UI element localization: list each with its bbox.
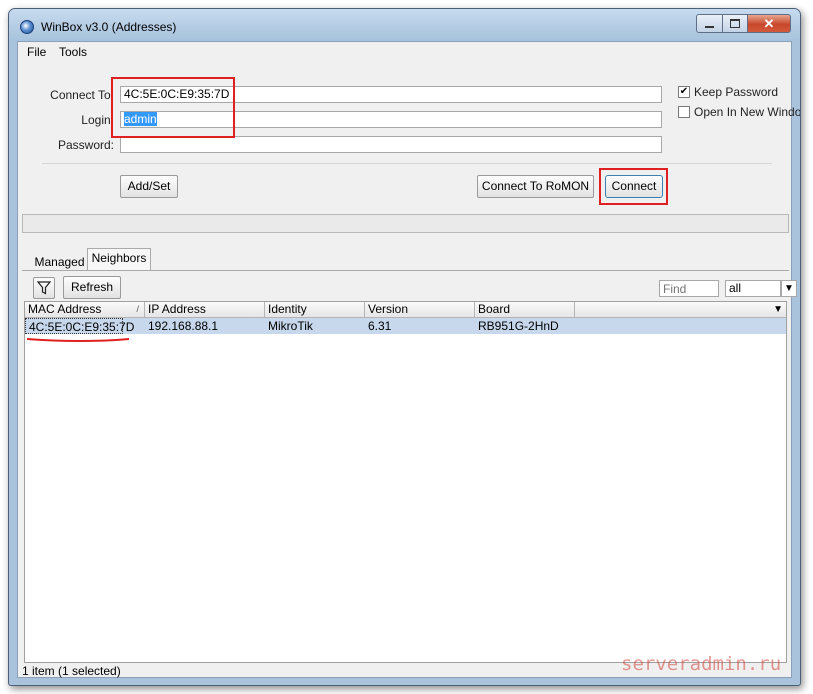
form-separator <box>42 163 772 164</box>
password-label: Password: <box>57 138 114 152</box>
keep-password-checkbox[interactable]: ✔ <box>678 86 690 98</box>
connect-to-label: Connect To: <box>50 88 114 102</box>
add-set-button[interactable]: Add/Set <box>120 175 178 198</box>
password-field[interactable] <box>120 136 662 153</box>
neighbors-table: MAC Address / IP Address Identity Versio… <box>24 301 787 663</box>
checkmark-icon: ✔ <box>679 86 689 97</box>
connect-romon-button[interactable]: Connect To RoMON <box>477 175 594 198</box>
filter-icon <box>36 281 52 295</box>
cell-identity: MikroTik <box>268 319 313 333</box>
maximize-button[interactable] <box>722 14 748 33</box>
highlight-connect-login <box>111 77 235 138</box>
cell-mac: 4C:5E:0C:E9:35:7D <box>25 318 134 334</box>
open-new-window-checkbox[interactable] <box>678 106 690 118</box>
login-label: Login: <box>81 113 114 127</box>
keep-password-label: Keep Password <box>694 85 779 99</box>
column-header-identity[interactable]: Identity <box>265 302 365 318</box>
column-header-mac[interactable]: MAC Address / <box>25 302 145 318</box>
highlight-connect-button <box>599 168 668 205</box>
watermark: serveradmin.ru <box>621 653 782 675</box>
close-button[interactable]: ✕ <box>747 14 791 33</box>
find-input[interactable] <box>659 280 719 297</box>
window-title: WinBox v3.0 (Addresses) <box>41 20 177 34</box>
menu-bar: File Tools <box>18 42 791 61</box>
minimize-icon <box>705 25 714 28</box>
menu-file[interactable]: File <box>27 45 46 59</box>
open-new-window-label: Open In New Window <box>694 105 801 119</box>
filter-dropdown-button[interactable]: ▼ <box>781 280 797 297</box>
column-header-ip[interactable]: IP Address <box>145 302 265 318</box>
column-header-extra[interactable]: ▼ <box>575 302 786 318</box>
filter-select[interactable]: all <box>725 280 781 297</box>
cell-ip: 192.168.88.1 <box>148 319 219 333</box>
filter-button[interactable] <box>33 277 55 299</box>
cell-board: RB951G-2HnD <box>478 319 559 333</box>
winbox-window: WinBox v3.0 (Addresses) ✕ File Tools Con… <box>8 8 801 686</box>
filter-select-value: all <box>729 281 742 295</box>
menu-tools[interactable]: Tools <box>59 45 87 59</box>
column-header-mac-label: MAC Address <box>28 302 102 316</box>
columns-menu-icon[interactable]: ▼ <box>773 302 783 317</box>
connection-status-bar <box>22 214 789 233</box>
close-icon: ✕ <box>763 15 775 31</box>
maximize-icon <box>730 19 740 28</box>
red-underline-annotation <box>26 338 130 342</box>
minimize-button[interactable] <box>696 14 723 33</box>
winbox-app-icon <box>20 20 34 34</box>
column-header-board[interactable]: Board <box>475 302 575 318</box>
client-area: File Tools Connect To: 4C:5E:0C:E9:35:7D… <box>17 41 800 678</box>
refresh-button[interactable]: Refresh <box>63 276 121 299</box>
tab-neighbors[interactable]: Neighbors <box>87 248 151 271</box>
column-header-version[interactable]: Version <box>365 302 475 318</box>
sort-indicator: / <box>136 304 139 314</box>
chevron-down-icon: ▼ <box>784 283 794 294</box>
cell-version: 6.31 <box>368 319 392 333</box>
title-bar[interactable]: WinBox v3.0 (Addresses) ✕ <box>9 9 800 41</box>
tab-managed[interactable]: Managed <box>32 252 87 270</box>
table-row[interactable]: 4C:5E:0C:E9:35:7D 192.168.88.1 MikroTik … <box>25 318 786 334</box>
tab-underline <box>22 270 789 271</box>
